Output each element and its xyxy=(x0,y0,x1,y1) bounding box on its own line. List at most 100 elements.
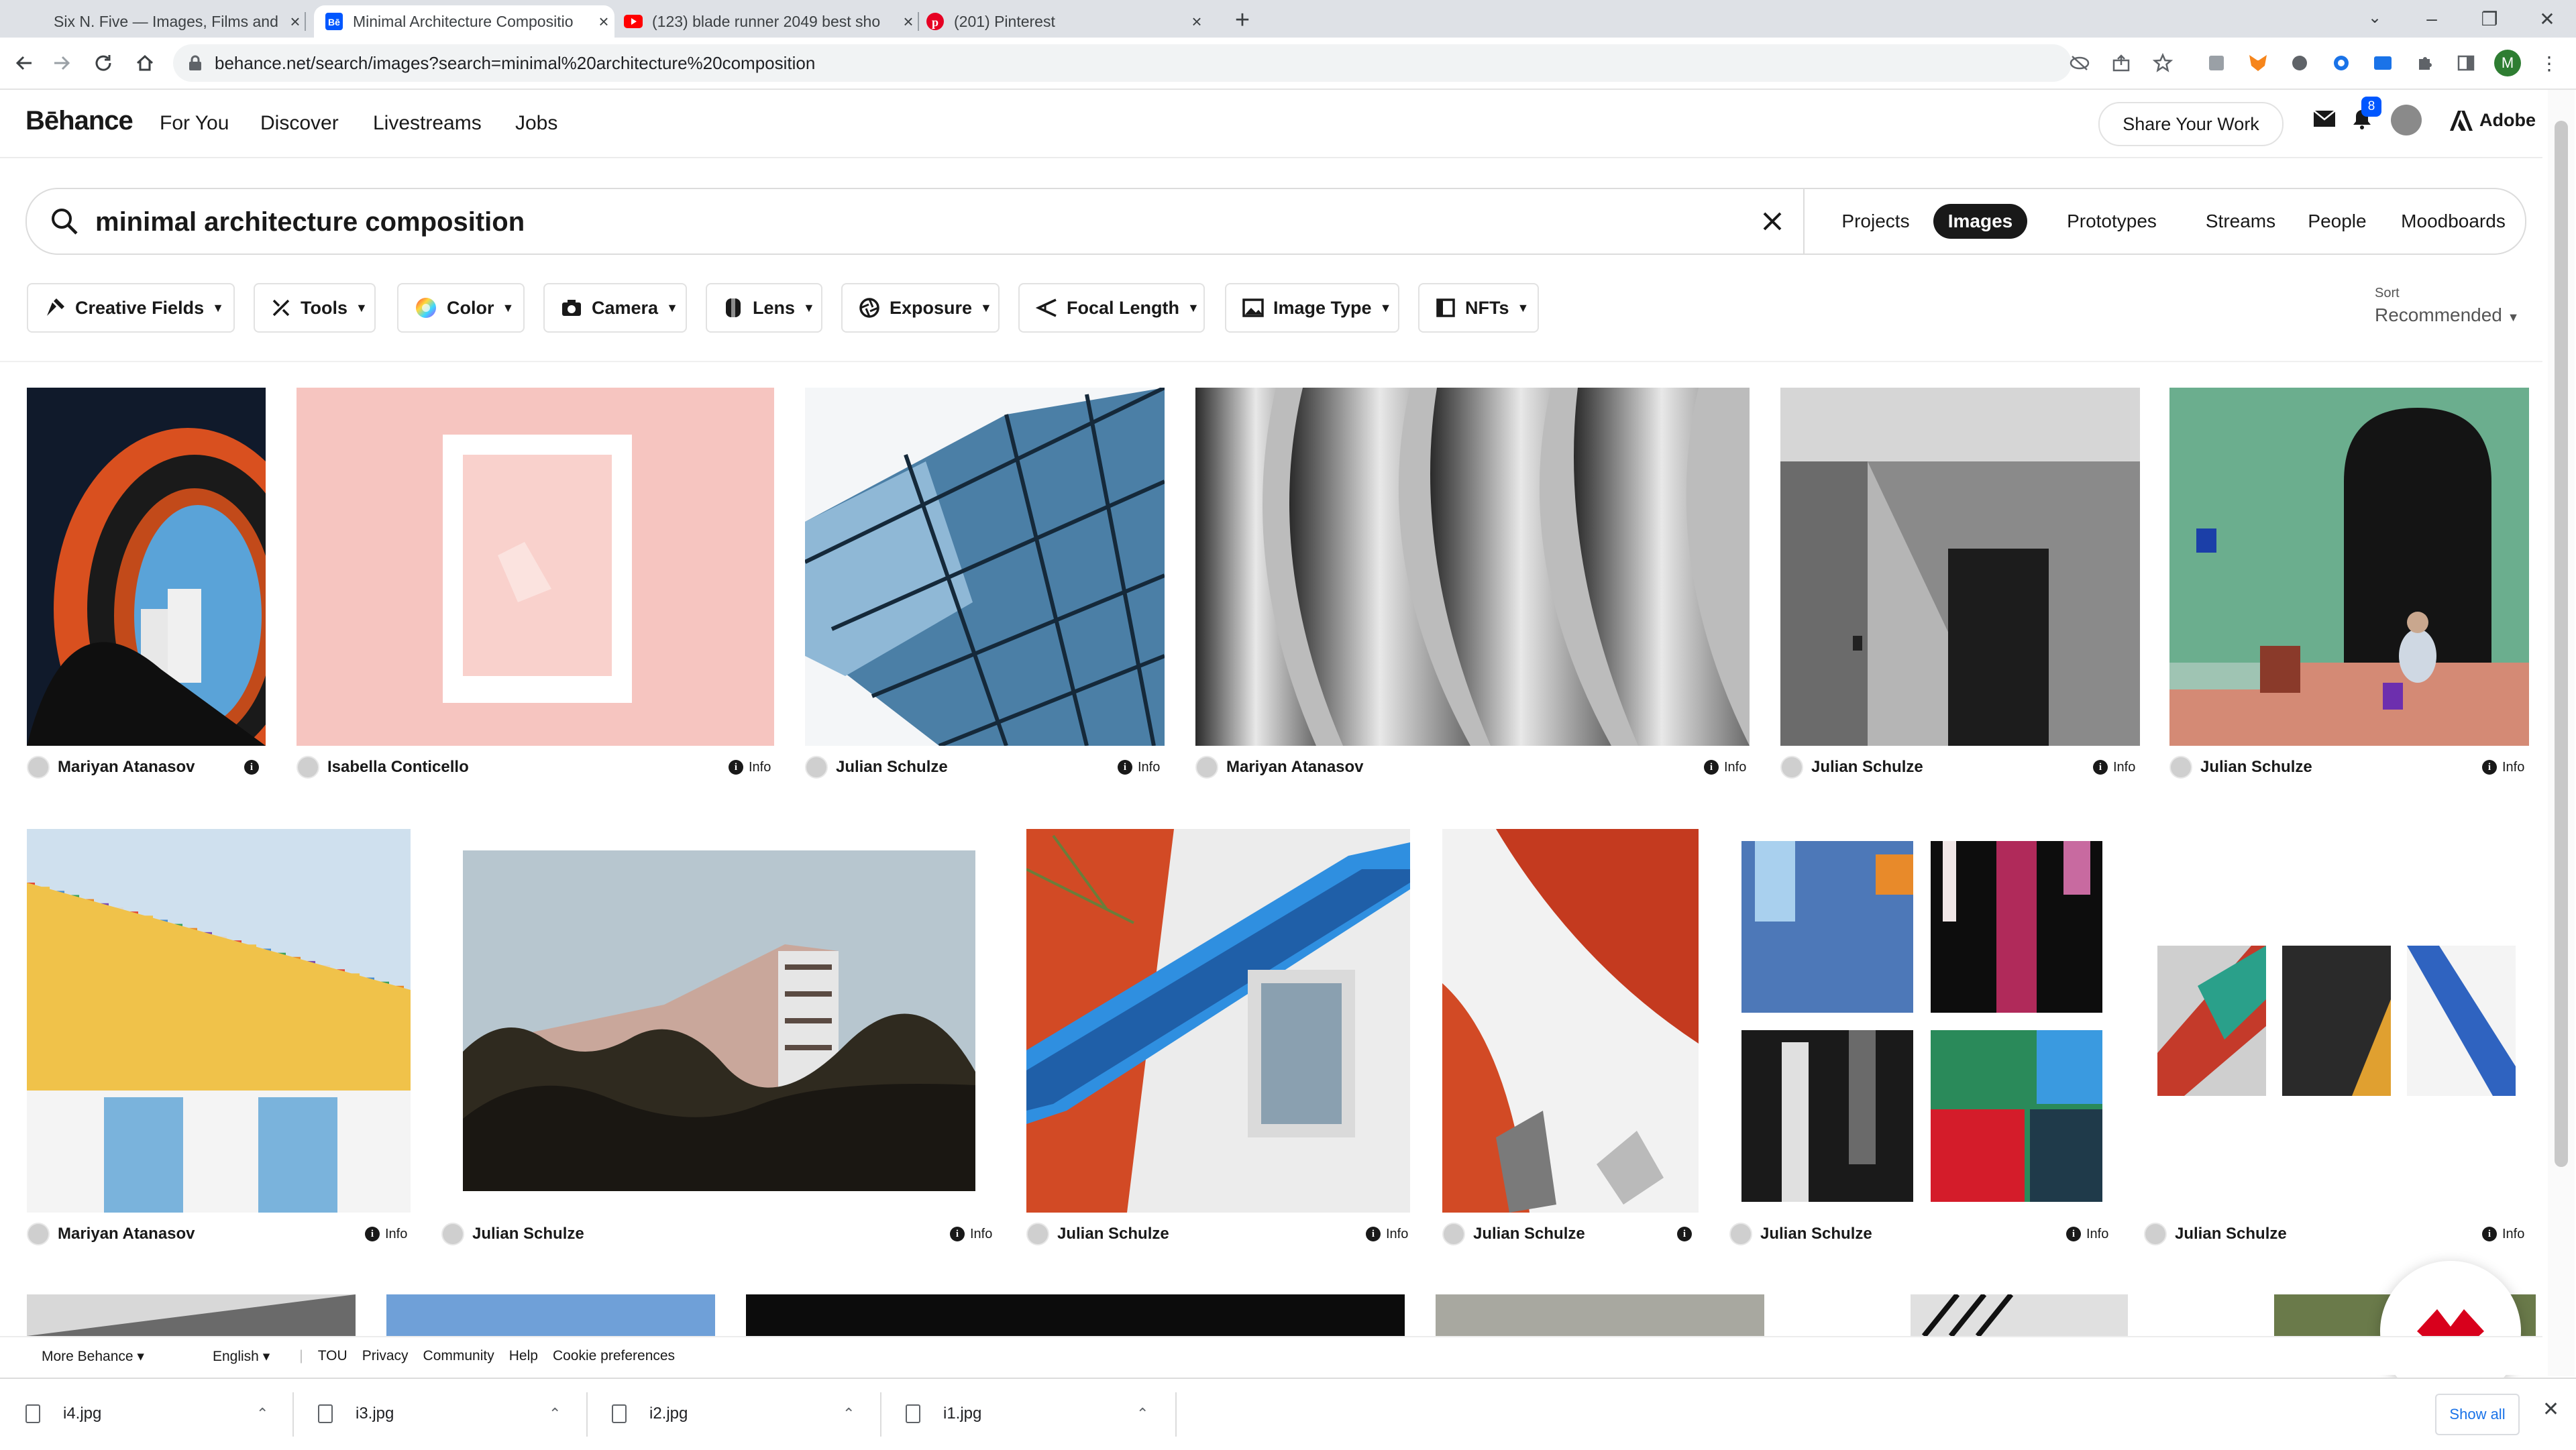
footer-link-help[interactable]: Help xyxy=(509,1348,538,1364)
show-all-button[interactable]: Show all xyxy=(2435,1394,2520,1435)
browser-tab-active[interactable]: Bē Minimal Architecture Compositio × xyxy=(314,5,614,38)
info-icon[interactable]: i xyxy=(1677,1221,1697,1247)
filter-camera[interactable]: Camera ▼ xyxy=(543,283,687,333)
address-bar[interactable]: behance.net/search/images?search=minimal… xyxy=(173,44,2072,82)
tab-search-icon[interactable]: ⌄ xyxy=(2368,8,2381,27)
filter-exposure[interactable]: Exposure ▼ xyxy=(841,283,1000,333)
more-behance-dropdown[interactable]: More Behance ▾ xyxy=(27,1348,144,1365)
image-card[interactable] xyxy=(1911,1294,2128,1336)
scrollbar-thumb[interactable] xyxy=(2555,121,2568,1167)
image-card[interactable] xyxy=(27,1294,356,1336)
image-card[interactable] xyxy=(27,388,266,746)
adobe-link[interactable]: Adobe xyxy=(2450,110,2536,131)
download-item[interactable]: i1.jpg ⌃ xyxy=(906,1394,1161,1434)
image-card[interactable] xyxy=(297,388,774,746)
eye-off-icon[interactable] xyxy=(2066,50,2093,76)
info-button[interactable]: i Info xyxy=(2482,754,2524,781)
close-tab-icon[interactable]: × xyxy=(898,11,919,32)
share-your-work-button[interactable]: Share Your Work xyxy=(2098,102,2284,146)
author[interactable]: Julian Schulze xyxy=(2144,1221,2287,1247)
close-window-icon[interactable]: ✕ xyxy=(2518,8,2576,30)
search-input[interactable] xyxy=(94,204,1774,240)
info-button[interactable]: i Info xyxy=(2482,1221,2524,1247)
chevron-up-icon[interactable]: ⌃ xyxy=(843,1405,855,1423)
download-item[interactable]: i2.jpg ⌃ xyxy=(612,1394,867,1434)
filter-lens[interactable]: Lens ▼ xyxy=(706,283,822,333)
image-card[interactable] xyxy=(2157,946,2516,1096)
download-item[interactable]: i3.jpg ⌃ xyxy=(318,1394,573,1434)
tab-people[interactable]: People xyxy=(2294,204,2380,239)
browser-tab[interactable]: p (201) Pinterest × xyxy=(926,5,1208,38)
info-icon[interactable]: i xyxy=(244,754,264,781)
extension-icon[interactable] xyxy=(2286,50,2313,76)
profile-avatar[interactable]: M xyxy=(2494,50,2521,76)
image-card[interactable] xyxy=(1026,829,1410,1213)
image-card[interactable] xyxy=(746,1294,1405,1336)
restore-icon[interactable]: ❐ xyxy=(2461,8,2518,30)
metamask-icon[interactable] xyxy=(2245,50,2271,76)
tab-prototypes[interactable]: Prototypes xyxy=(2037,204,2187,239)
chevron-up-icon[interactable]: ⌃ xyxy=(1136,1405,1148,1423)
filter-tools[interactable]: Tools ▼ xyxy=(254,283,376,333)
footer-link-tou[interactable]: TOU xyxy=(318,1348,347,1364)
nav-livestreams[interactable]: Livestreams xyxy=(373,112,482,135)
reload-icon[interactable] xyxy=(90,50,117,76)
clear-search-icon[interactable] xyxy=(1754,203,1791,240)
author[interactable]: Julian Schulze xyxy=(1026,1221,1169,1247)
lock-icon[interactable] xyxy=(188,55,203,71)
extension-icon[interactable] xyxy=(2369,50,2396,76)
footer-link-community[interactable]: Community xyxy=(423,1348,494,1364)
image-card[interactable] xyxy=(1195,388,1750,746)
filter-creative-fields[interactable]: Creative Fields ▼ xyxy=(27,283,235,333)
nav-for-you[interactable]: For You xyxy=(160,112,229,135)
author[interactable]: Mariyan Atanasov xyxy=(27,754,195,781)
close-tab-icon[interactable]: × xyxy=(1186,11,1208,32)
info-button[interactable]: i Info xyxy=(1366,1221,1408,1247)
bookmark-star-icon[interactable] xyxy=(2149,50,2176,76)
footer-link-cookie-preferences[interactable]: Cookie preferences xyxy=(553,1348,675,1364)
behance-logo[interactable]: Bēhance xyxy=(25,106,133,136)
info-button[interactable]: i Info xyxy=(1704,754,1746,781)
home-icon[interactable] xyxy=(131,50,158,76)
chevron-up-icon[interactable]: ⌃ xyxy=(549,1405,561,1423)
image-card[interactable] xyxy=(1442,829,1699,1213)
info-button[interactable]: i Info xyxy=(2093,754,2135,781)
browser-tab[interactable]: Six N. Five — Images, Films and × xyxy=(25,5,306,38)
close-tab-icon[interactable]: × xyxy=(593,11,614,32)
chevron-up-icon[interactable]: ⌃ xyxy=(256,1405,268,1423)
image-card[interactable] xyxy=(386,1294,715,1336)
filter-color[interactable]: Color ▼ xyxy=(397,283,525,333)
author[interactable]: Mariyan Atanasov xyxy=(27,1221,195,1247)
side-panel-icon[interactable] xyxy=(2453,50,2479,76)
back-icon[interactable] xyxy=(11,50,38,76)
author[interactable]: Julian Schulze xyxy=(2169,754,2312,781)
author[interactable]: Isabella Conticello xyxy=(297,754,469,781)
footer-link-privacy[interactable]: Privacy xyxy=(362,1348,409,1364)
sort-dropdown[interactable]: Recommended ▼ xyxy=(2375,304,2519,326)
puzzle-icon[interactable] xyxy=(2411,50,2438,76)
tab-images[interactable]: Images xyxy=(1933,204,2027,239)
info-button[interactable]: i Info xyxy=(1118,754,1160,781)
tab-projects[interactable]: Projects xyxy=(1827,204,1924,239)
extension-icon[interactable] xyxy=(2328,50,2355,76)
download-item[interactable]: i4.jpg ⌃ xyxy=(25,1394,280,1434)
author[interactable]: Mariyan Atanasov xyxy=(1195,754,1364,781)
author[interactable]: Julian Schulze xyxy=(1780,754,1923,781)
language-dropdown[interactable]: English ▾ xyxy=(198,1348,270,1365)
image-card[interactable] xyxy=(2169,388,2529,746)
info-button[interactable]: i Info xyxy=(2066,1221,2108,1247)
close-downloads-icon[interactable]: ✕ xyxy=(2542,1398,2559,1421)
user-avatar[interactable] xyxy=(2391,105,2422,135)
forward-icon[interactable] xyxy=(48,50,75,76)
close-tab-icon[interactable]: × xyxy=(284,11,306,32)
image-card[interactable] xyxy=(27,829,411,1213)
author[interactable]: Julian Schulze xyxy=(1729,1221,1872,1247)
minimize-icon[interactable]: – xyxy=(2403,8,2461,30)
filter-nfts[interactable]: NFTs ▼ xyxy=(1418,283,1539,333)
info-button[interactable]: i Info xyxy=(729,754,771,781)
browser-menu-icon[interactable]: ⋮ xyxy=(2536,50,2563,76)
image-card[interactable] xyxy=(463,850,975,1191)
tab-streams[interactable]: Streams xyxy=(2195,204,2286,239)
author[interactable]: Julian Schulze xyxy=(1442,1221,1585,1247)
image-card[interactable] xyxy=(805,388,1165,746)
